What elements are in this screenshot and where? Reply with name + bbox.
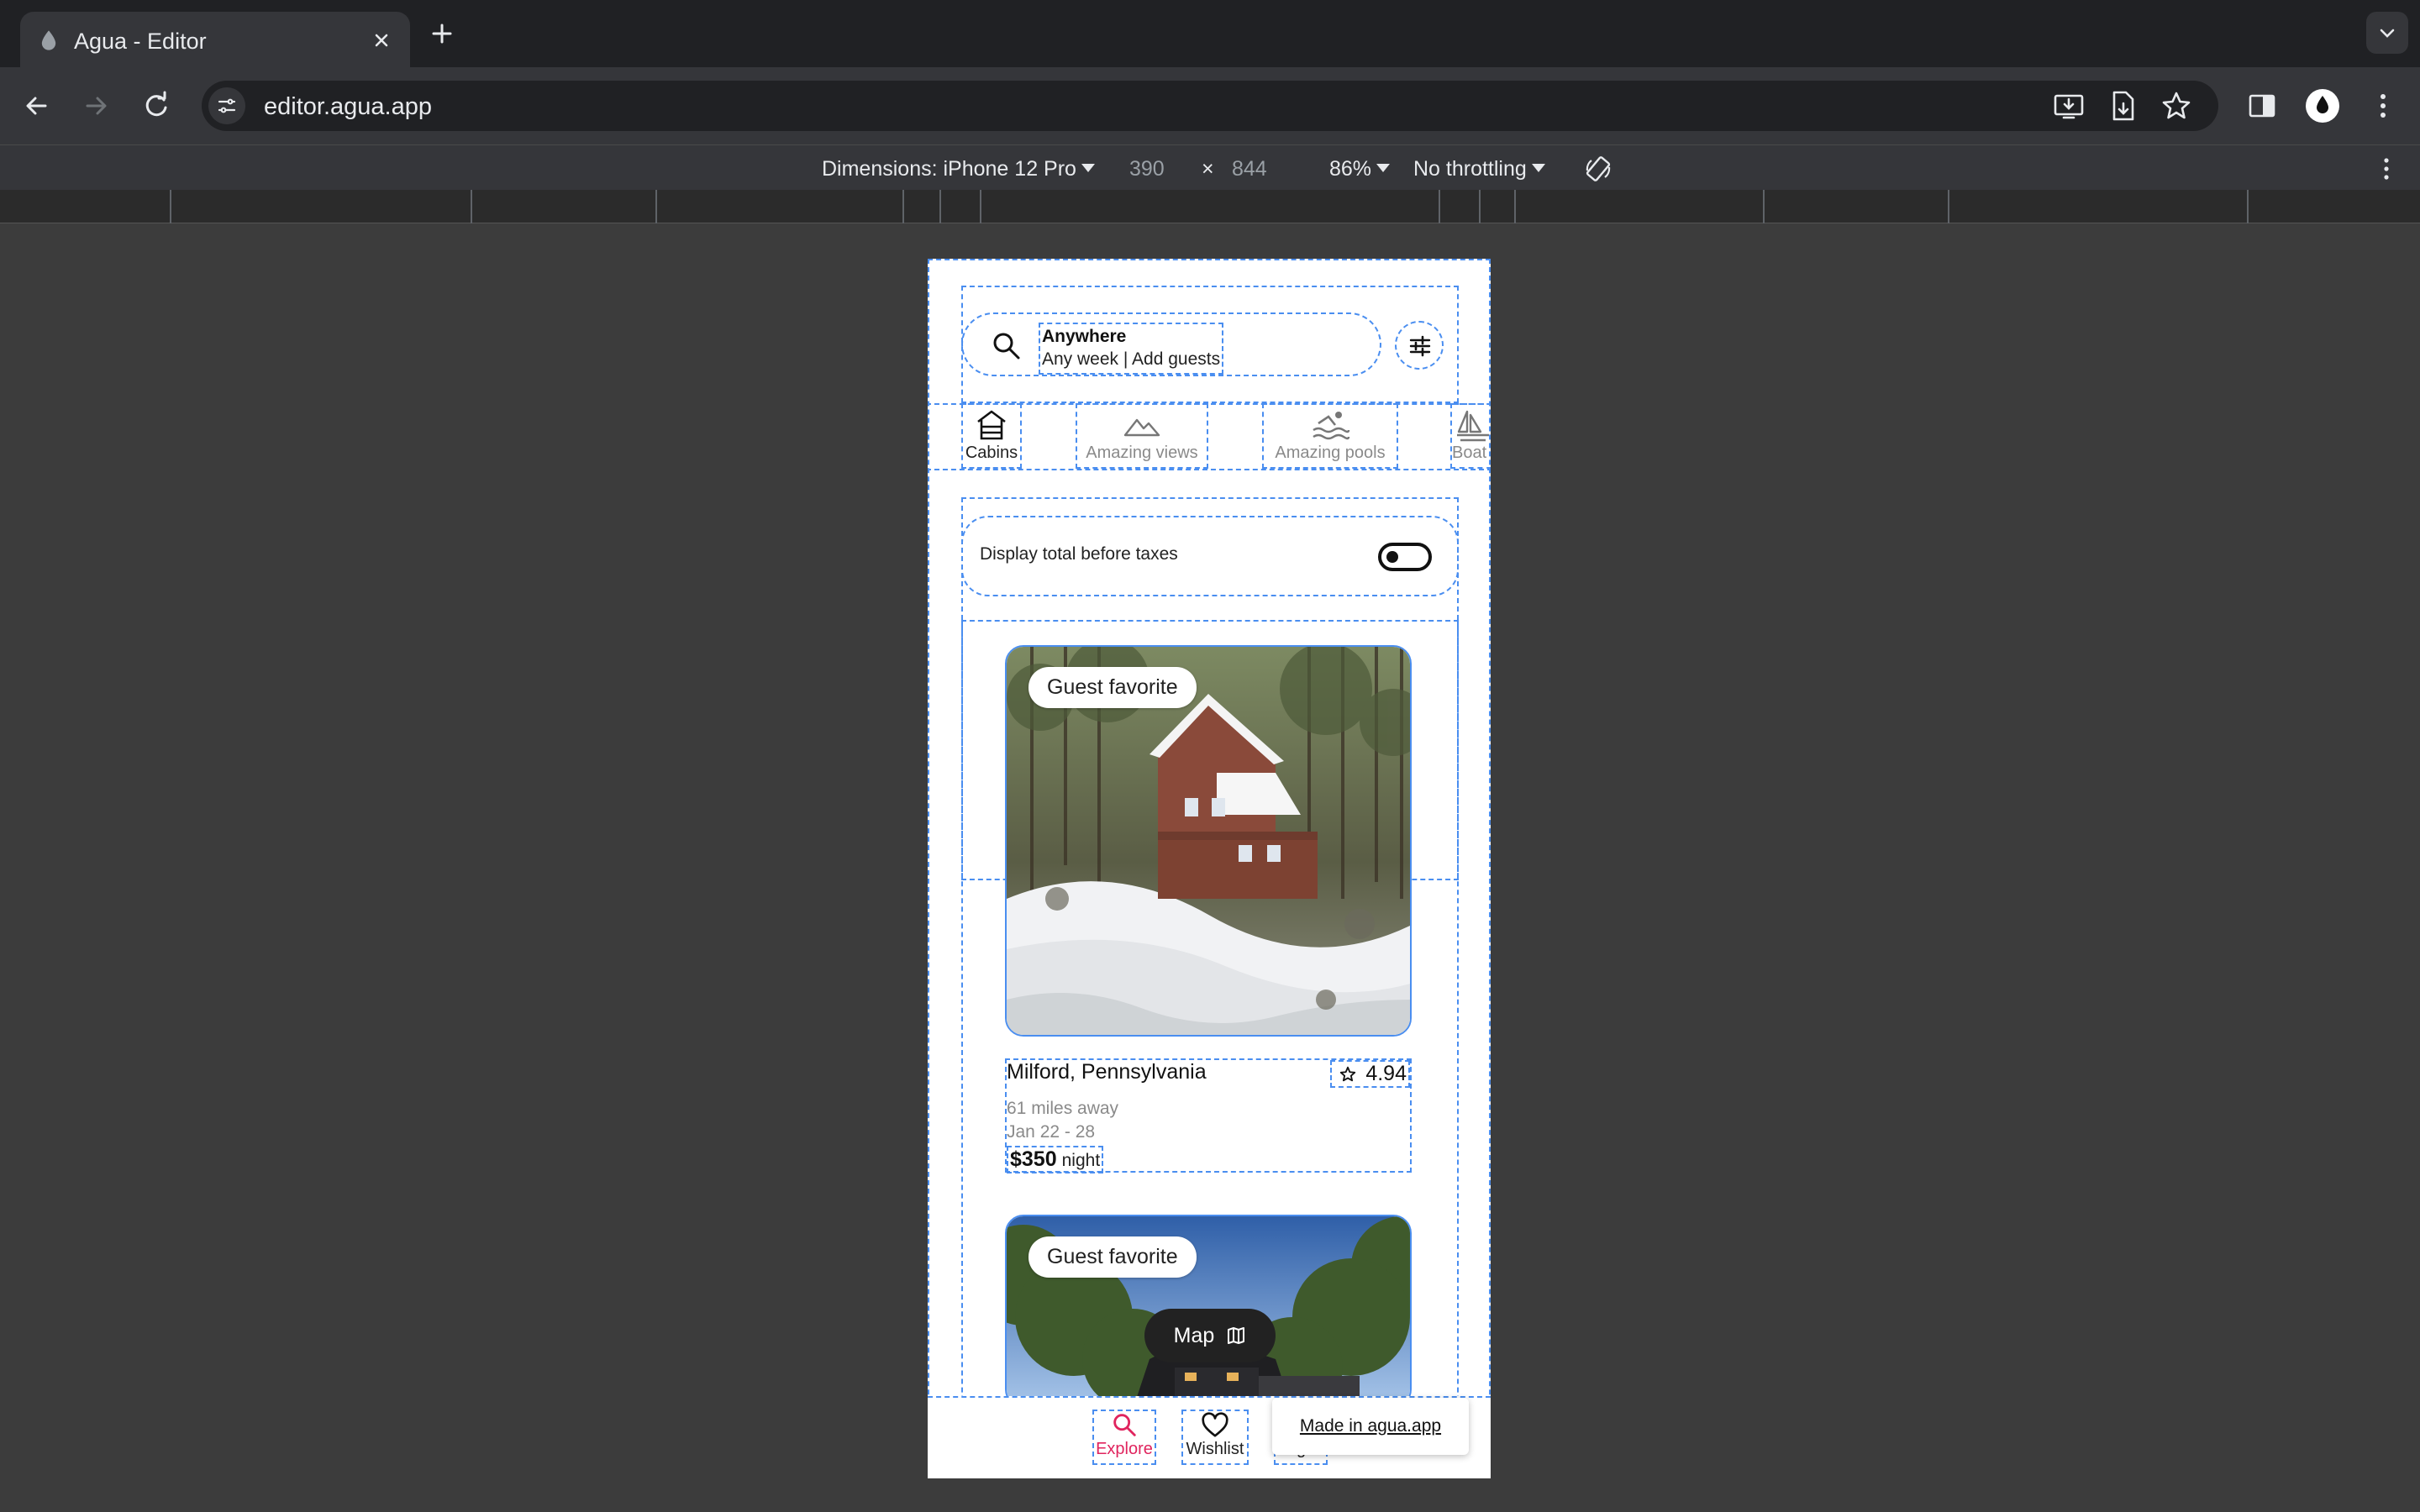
nav-explore-label: Explore: [1096, 1440, 1153, 1458]
media-query-marker[interactable]: [980, 190, 981, 223]
drop-icon: [2317, 96, 2328, 113]
guest-favorite-badge: Guest favorite: [1028, 667, 1197, 708]
price-amount: $350: [1010, 1147, 1057, 1171]
heart-icon: [1202, 1412, 1228, 1437]
map-button[interactable]: Map: [1144, 1309, 1276, 1362]
guest-favorite-badge: Guest favorite: [1028, 1236, 1197, 1278]
new-tab-icon[interactable]: [427, 18, 457, 49]
search-bar[interactable]: Anywhere Any week | Add guests: [961, 312, 1381, 376]
category-label: Amazing views: [1086, 444, 1198, 462]
url-text[interactable]: editor.agua.app: [264, 93, 432, 121]
search-summary: Anywhere Any week | Add guests: [1039, 323, 1224, 375]
tab-title: Agua - Editor: [74, 29, 207, 54]
nav-wishlist[interactable]: Wishlist: [1181, 1410, 1249, 1465]
media-query-marker[interactable]: [1439, 190, 1440, 223]
listing-price: $350 night: [1007, 1146, 1104, 1173]
search-location: Anywhere: [1042, 327, 1127, 346]
side-panel-icon[interactable]: [2245, 89, 2279, 123]
site-info-button[interactable]: [208, 87, 245, 124]
listing-distance: 61 miles away: [1007, 1099, 1119, 1118]
kebab-menu-icon[interactable]: [2366, 89, 2400, 123]
category-label: Amazing pools: [1275, 444, 1386, 462]
browser-toolbar: editor.agua.app: [0, 67, 2420, 144]
media-query-marker[interactable]: [1948, 190, 1949, 223]
nav-wishlist-label: Wishlist: [1186, 1440, 1244, 1458]
throttling-select[interactable]: No throttling: [1413, 157, 1545, 181]
listing-dates: Jan 22 - 28: [1007, 1122, 1096, 1142]
back-arrow-icon[interactable]: [18, 87, 55, 124]
media-query-marker[interactable]: [1479, 190, 1481, 223]
page-download-icon[interactable]: [2106, 89, 2139, 123]
rating-value: 4.94: [1365, 1062, 1407, 1085]
dimension-times: ×: [1202, 157, 1214, 181]
search-icon: [1113, 1414, 1136, 1436]
filters-button[interactable]: [1395, 321, 1444, 370]
reload-icon[interactable]: [138, 87, 175, 124]
media-query-marker[interactable]: [1514, 190, 1516, 223]
media-query-marker[interactable]: [170, 190, 171, 223]
device-height-input[interactable]: 844: [1232, 157, 1267, 181]
more-options-icon[interactable]: [2371, 154, 2402, 184]
nav-explore[interactable]: Explore: [1092, 1410, 1156, 1465]
media-query-marker[interactable]: [471, 190, 472, 223]
media-query-marker[interactable]: [655, 190, 657, 223]
map-icon: [1228, 1327, 1245, 1344]
chevron-down-icon: [2380, 29, 2395, 38]
taxes-toggle-switch[interactable]: [1378, 543, 1432, 571]
profile-avatar[interactable]: [2306, 89, 2339, 123]
listing-rating: 4.94: [1330, 1060, 1410, 1088]
device-toolbar: Dimensions: iPhone 12 Pro 390 × 844 86% …: [0, 144, 2420, 190]
media-query-marker[interactable]: [939, 190, 941, 223]
toggle-label: Display total before taxes: [980, 544, 1178, 564]
search-icon: [993, 333, 1020, 360]
pool-icon: [1313, 412, 1350, 440]
category-label: Boat: [1452, 444, 1487, 462]
boat-icon: [1457, 410, 1489, 442]
device-width-input[interactable]: 390: [1129, 157, 1165, 181]
media-query-marker[interactable]: [1763, 190, 1765, 223]
category-amazing-views[interactable]: Amazing views: [1076, 403, 1208, 469]
cabin-icon: [977, 410, 1006, 440]
category-amazing-pools[interactable]: Amazing pools: [1262, 403, 1398, 469]
sliders-icon: [1409, 335, 1431, 357]
star-icon: [1340, 1066, 1356, 1081]
tab-search-button[interactable]: [2366, 12, 2408, 54]
rotate-icon[interactable]: [1583, 154, 1613, 184]
browser-tab[interactable]: Agua - Editor: [20, 12, 410, 67]
price-unit: night: [1061, 1151, 1101, 1170]
device-dimensions-select[interactable]: Dimensions: iPhone 12 Pro: [822, 157, 1095, 181]
address-bar[interactable]: editor.agua.app: [202, 81, 2218, 131]
media-query-marker[interactable]: [902, 190, 904, 223]
category-boat[interactable]: Boat: [1450, 403, 1491, 469]
listing-photo[interactable]: Guest favorite: [1005, 645, 1412, 1037]
mountain-icon: [1123, 418, 1160, 437]
drop-favicon-icon: [41, 30, 56, 50]
zoom-select[interactable]: 86%: [1329, 157, 1391, 181]
media-query-bar: [0, 190, 2420, 223]
toggle-knob: [1386, 551, 1398, 563]
forward-arrow-icon[interactable]: [77, 87, 114, 124]
tune-icon: [218, 98, 236, 113]
media-query-marker[interactable]: [2247, 190, 2249, 223]
category-label: Cabins: [965, 444, 1018, 462]
device-viewport: Anywhere Any week | Add guests Cabins Am…: [928, 259, 1491, 1478]
bookmark-star-icon[interactable]: [2160, 89, 2193, 123]
listing-location: Milford, Pennsylvania: [1007, 1060, 1207, 1084]
install-app-icon[interactable]: [2052, 89, 2086, 123]
tab-strip: Agua - Editor: [0, 0, 2420, 67]
close-tab-icon[interactable]: [368, 27, 395, 54]
display-total-toggle-card[interactable]: Display total before taxes: [961, 516, 1459, 596]
search-dates-guests: Any week | Add guests: [1042, 349, 1221, 369]
map-button-label: Map: [1173, 1323, 1215, 1347]
made-in-agua-link[interactable]: Made in agua.app: [1272, 1398, 1469, 1455]
listing-details[interactable]: Milford, Pennsylvania 4.94 61 miles away…: [1005, 1058, 1412, 1173]
category-cabins[interactable]: Cabins: [961, 403, 1022, 469]
